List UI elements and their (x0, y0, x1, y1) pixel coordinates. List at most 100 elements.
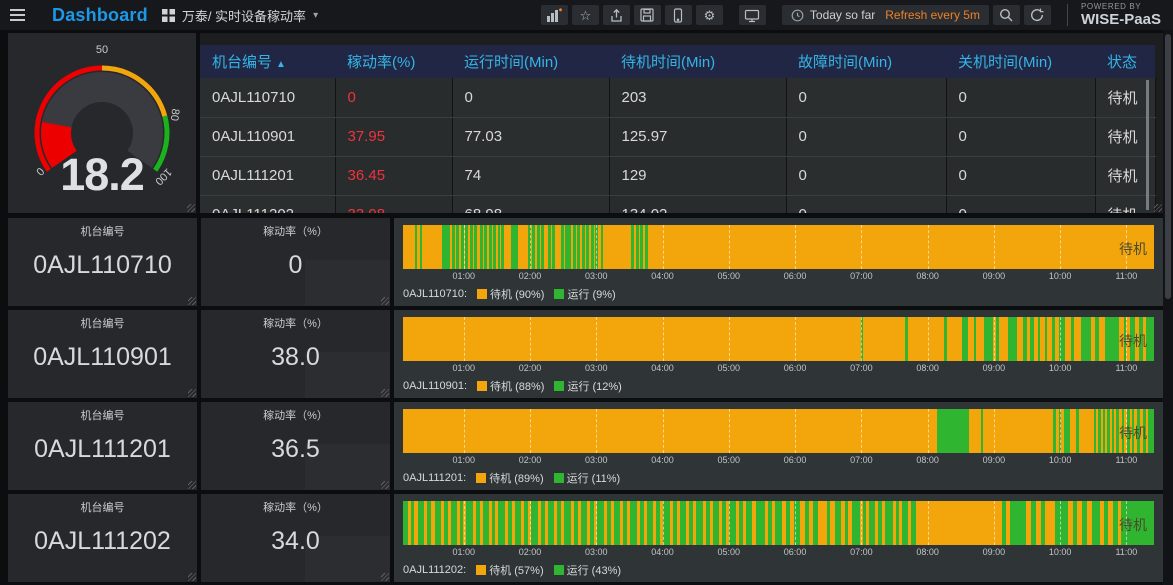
run-segment (878, 501, 883, 545)
breadcrumb[interactable]: 万泰/ 实时设备稼动率 ▾ (161, 6, 318, 25)
run-segment (590, 225, 594, 269)
axis-label: 06:00 (783, 455, 807, 465)
standby-legend-label[interactable]: 待机 (57%) (489, 562, 543, 578)
run-segment (1111, 409, 1115, 453)
panel-title: 机台编号 (80, 502, 125, 514)
standby-legend-label[interactable]: 待机 (90%) (490, 286, 544, 302)
run-segment (434, 501, 442, 545)
gridline (728, 317, 730, 361)
top-bar: Dashboard 万泰/ 实时设备稼动率 ▾ ☆ ⚙ Today so far… (0, 0, 1173, 30)
panel-resize-handle[interactable] (381, 297, 389, 305)
app-logo[interactable]: Dashboard (52, 5, 148, 26)
col-header-fault-time[interactable]: 故障时间(Min) (786, 45, 946, 78)
run-segment (508, 501, 512, 545)
axis-label: 02:00 (518, 271, 542, 281)
gridline (1060, 409, 1062, 453)
gridline (861, 317, 863, 361)
run-segment (739, 501, 744, 545)
timeline-bar[interactable] (403, 317, 1154, 361)
run-segment (497, 225, 500, 269)
refresh-button[interactable] (1023, 5, 1051, 25)
mobile-button[interactable] (664, 5, 692, 25)
timeline-bar[interactable] (403, 501, 1154, 545)
status-timeline-panel: 待机 01:00 02:00 03:00 04:00 05:00 06:00 07:00 08… (394, 494, 1163, 582)
refresh-icon (1031, 8, 1044, 21)
run-segment (804, 501, 809, 545)
utilization-rate-panel: 稼动率（%） 38.0 (201, 310, 390, 398)
run-segment (1081, 317, 1091, 361)
star-button[interactable]: ☆ (571, 5, 599, 25)
utilization-rate-panel: 稼动率（%） 34.0 (201, 494, 390, 582)
table-row[interactable]: 0AJL110901 37.95 77.03 125.97 0 0 待机 (200, 117, 1156, 157)
time-range-picker[interactable]: Today so far Refresh every 5m (781, 5, 989, 25)
gridline (795, 225, 797, 269)
timeline-bar[interactable] (403, 409, 1154, 453)
axis-label: 05:00 (717, 271, 741, 281)
col-header-utilization[interactable]: 稼动率(%) (335, 45, 452, 78)
col-header-run-time[interactable]: 运行时间(Min) (452, 45, 609, 78)
machine-id-value: 0AJL110901 (33, 343, 172, 371)
standby-legend-label[interactable]: 待机 (89%) (489, 470, 543, 486)
table-cell: 0AJL111201 (200, 156, 336, 196)
run-legend-label[interactable]: 运行 (11%) (567, 470, 621, 486)
timeline-bar[interactable] (403, 225, 1154, 269)
panel-resize-handle[interactable] (188, 573, 196, 581)
run-legend-label[interactable]: 运行 (43%) (567, 562, 621, 578)
time-axis: 01:00 02:00 03:00 04:00 05:00 06:00 07:00 08:00… (403, 547, 1154, 558)
panel-resize-handle[interactable] (188, 389, 196, 397)
col-header-machine-id[interactable]: 机台编号 ▲ (200, 45, 335, 78)
menu-icon[interactable] (0, 0, 34, 30)
run-legend-label[interactable]: 运行 (9%) (567, 286, 615, 302)
standby-legend-label[interactable]: 待机 (88%) (490, 378, 544, 394)
col-header-status[interactable]: 状态 (1095, 45, 1155, 78)
panel-resize-handle[interactable] (381, 389, 389, 397)
panel-resize-handle[interactable] (381, 573, 389, 581)
search-button[interactable] (992, 5, 1020, 25)
current-status-label: 待机 (1119, 241, 1147, 257)
run-segment (961, 317, 969, 361)
table-cell: 134.02 (609, 195, 787, 213)
page-scrollbar[interactable] (1163, 30, 1173, 585)
gridline (993, 501, 995, 545)
table-scrollbar[interactable] (1146, 80, 1149, 210)
timeline-legend: 0AJL111202: 待机 (57%) 运行 (43%) (403, 562, 621, 578)
axis-label: 05:00 (717, 363, 741, 373)
gridline (530, 409, 531, 453)
panel-title: 机台编号 (80, 410, 125, 422)
cycle-view-button[interactable] (738, 5, 766, 25)
table-row[interactable]: 0AJL11120233.9868.98134.0200待机 (200, 195, 1156, 213)
sparkline-area (305, 352, 390, 398)
panel-resize-handle[interactable] (188, 481, 196, 489)
save-button[interactable] (633, 5, 661, 25)
gridline (728, 225, 730, 269)
table-row[interactable]: 0AJL110710 0 0 203 0 0 待机 (200, 78, 1156, 118)
run-legend-label[interactable]: 运行 (12%) (567, 378, 621, 394)
clock-icon (791, 9, 804, 21)
run-segment (944, 317, 947, 361)
table-cell: 0 (946, 195, 1096, 213)
table-cell: 0 (786, 156, 947, 196)
grid-icon (161, 8, 175, 22)
star-icon: ☆ (579, 7, 592, 23)
col-header-standby-time[interactable]: 待机时间(Min) (609, 45, 786, 78)
panel-resize-handle[interactable] (188, 297, 196, 305)
time-axis: 01:00 02:00 03:00 04:00 05:00 06:00 07:00 08:00… (403, 363, 1154, 374)
table-cell: 33.98 (335, 195, 453, 213)
settings-button[interactable]: ⚙ (695, 5, 723, 25)
add-panel-button[interactable] (540, 5, 568, 25)
gridline (596, 501, 598, 545)
table-row[interactable]: 0AJL111201 36.45 74 129 0 0 待机 (200, 156, 1156, 196)
axis-label: 08:00 (916, 271, 939, 281)
panel-resize-handle[interactable] (381, 481, 389, 489)
panel-resize-handle[interactable] (187, 204, 195, 212)
share-button[interactable] (602, 5, 630, 25)
current-status-label: 待机 (1119, 517, 1147, 533)
run-segment (1105, 317, 1120, 361)
page-scrollbar-thumb[interactable] (1165, 34, 1171, 299)
run-segment (403, 501, 408, 545)
run-segment (775, 501, 783, 545)
panel-resize-handle[interactable] (1154, 204, 1162, 212)
share-icon (611, 8, 622, 22)
col-header-shutdown-time[interactable]: 关机时间(Min) (946, 45, 1095, 78)
table-cell: 0 (946, 117, 1096, 157)
